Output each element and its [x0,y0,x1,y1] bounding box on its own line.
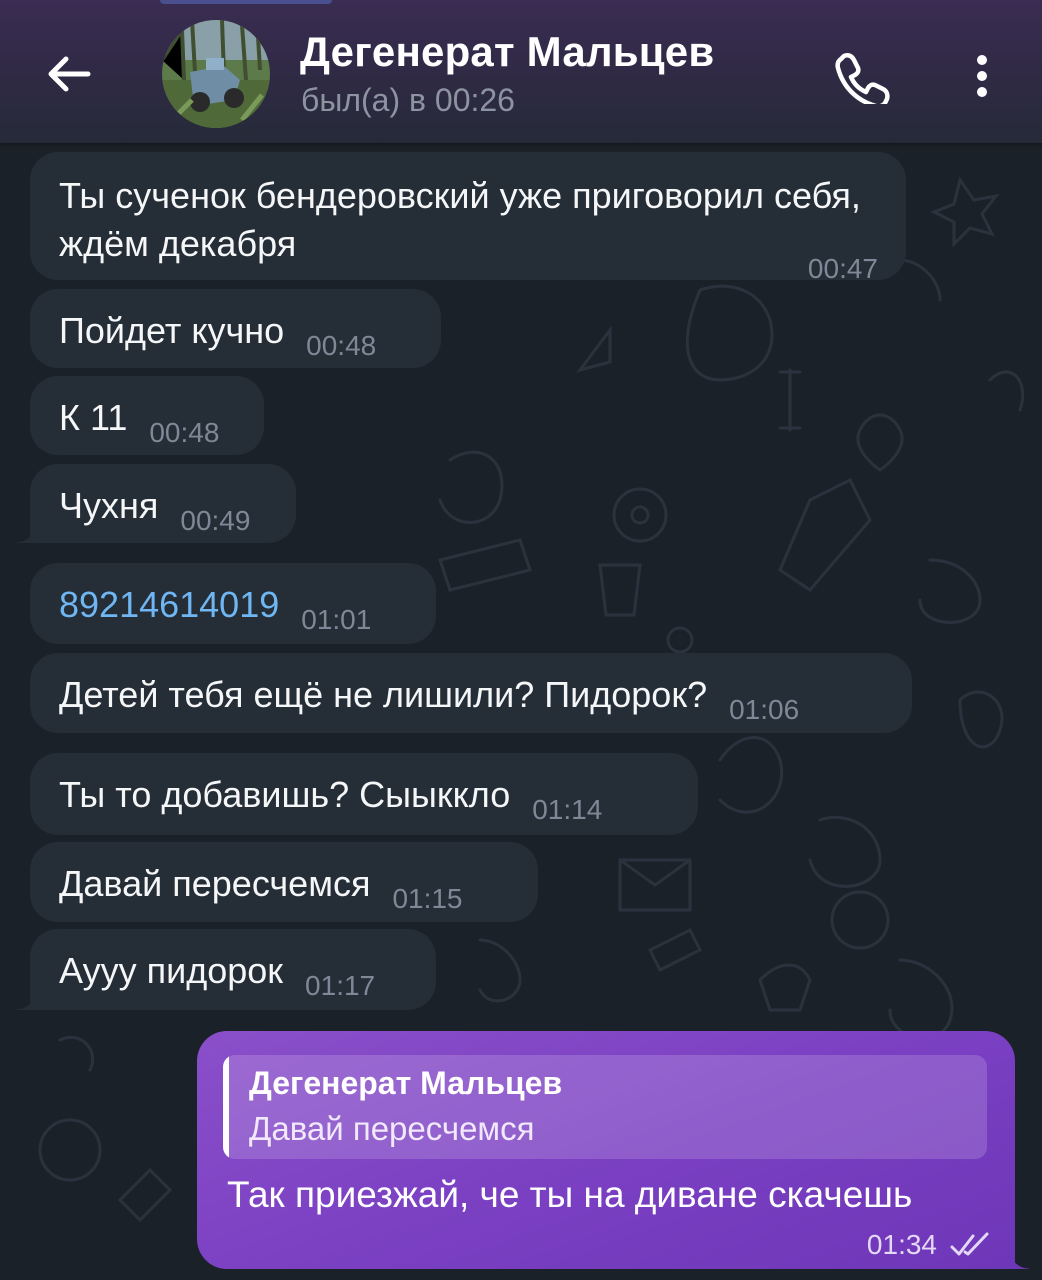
message-text: Так приезжай, че ты на диване скачешь [227,1174,913,1215]
message-text: Пойдет кучно [59,310,285,351]
header-accent-line [160,0,332,4]
message-time: 00:48 [149,417,220,448]
more-vertical-icon [977,55,987,97]
more-menu-button[interactable] [962,48,1002,104]
last-seen-status: был(а) в 00:26 [301,82,515,118]
message-time: 01:06 [729,694,800,725]
message-text: Чухня [59,485,159,526]
message-time: 00:49 [180,505,251,536]
message-text: Давай пересчемся [59,863,371,904]
message-time: 01:17 [305,970,376,1001]
phone-number-link[interactable]: 89214614019 [59,584,279,625]
reply-quote-name: Дегенерат Мальцев [249,1065,563,1101]
back-button[interactable] [40,44,100,104]
arrow-left-icon [48,56,91,92]
message-bubble[interactable]: Ты то добавишь? Сыыккло 01:14 [30,753,698,835]
message-text: Аууу пидорок [59,950,284,991]
message-text: Ты то добавишь? Сыыккло [59,774,511,815]
message-time: 01:01 [301,604,372,635]
message-bubble[interactable]: 89214614019 01:01 [30,563,436,644]
reply-quote-bar [223,1055,229,1159]
call-button[interactable] [830,48,890,109]
message-bubble[interactable]: Пойдет кучно 00:48 [30,289,441,368]
message-text: К 11 [59,397,128,438]
message-bubble[interactable]: Детей тебя ещё не лишили? Пидорок? 01:06 [30,653,912,733]
message-time: 00:48 [306,330,377,361]
double-check-icon [950,1232,989,1256]
message-text: Детей тебя ещё не лишили? Пидорок? [59,674,708,715]
outgoing-message-bubble[interactable]: Дегенерат Мальцев Давай пересчемся Так п… [197,1031,1029,1269]
message-bubble[interactable]: Давай пересчемся 01:15 [30,842,538,922]
contact-name[interactable]: Дегенерат Мальцев [300,28,714,76]
chat-header: Дегенерат Мальцев был(а) в 00:26 [0,0,1042,143]
avatar-photo [162,20,270,128]
reply-quote-text: Давай пересчемся [249,1110,535,1147]
phone-icon [835,52,890,109]
message-bubble[interactable]: К 11 00:48 [30,376,264,455]
message-bubble[interactable]: Аууу пидорок 01:17 [16,929,436,1010]
message-time: 01:34 [866,1229,937,1260]
message-bubble[interactable]: Ты сученок бендеровский уже приговорил с… [30,152,906,284]
reply-quote[interactable]: Дегенерат Мальцев Давай пересчемся [223,1055,987,1159]
message-bubble[interactable]: Чухня 00:49 [16,464,296,543]
message-time: 01:14 [532,794,603,825]
message-time: 01:15 [392,883,463,914]
avatar[interactable] [162,20,270,128]
